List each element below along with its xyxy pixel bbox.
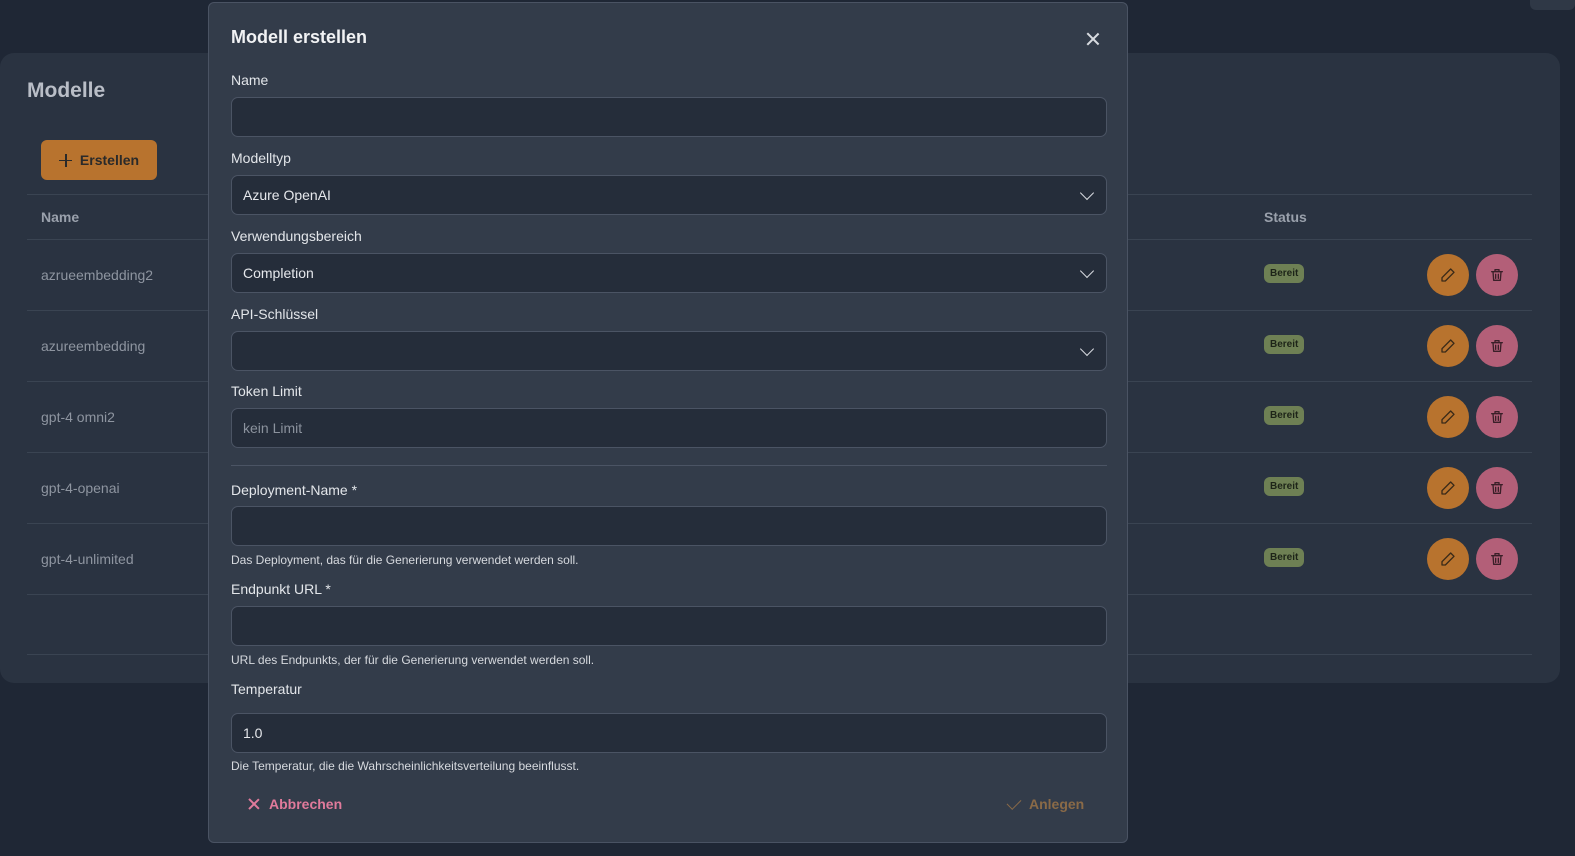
plus-icon <box>58 153 72 167</box>
temperature-hint: Die Temperatur, die die Wahrscheinlichke… <box>231 759 580 773</box>
temperature-input[interactable] <box>231 713 1107 753</box>
endpoint-url-hint: URL des Endpunkts, der für die Generieru… <box>231 653 595 667</box>
cancel-button[interactable]: Abbrechen <box>247 796 342 812</box>
pencil-icon <box>1441 410 1455 424</box>
delete-button[interactable] <box>1476 254 1518 296</box>
edit-button[interactable] <box>1427 254 1469 296</box>
edit-button[interactable] <box>1427 538 1469 580</box>
model-name: azureembedding <box>41 338 146 354</box>
usage-label: Verwendungsbereich <box>231 228 362 244</box>
deployment-name-input[interactable] <box>231 506 1107 546</box>
trash-icon <box>1491 340 1503 352</box>
temperature-label: Temperatur <box>231 681 302 697</box>
pencil-icon <box>1441 268 1455 282</box>
api-key-select[interactable] <box>231 331 1107 371</box>
endpoint-url-label: Endpunkt URL * <box>231 581 331 597</box>
create-model-dialog: Modell erstellen Name Modelltyp Azure Op… <box>208 2 1128 843</box>
chevron-down-icon <box>1079 263 1095 279</box>
token-limit-input[interactable] <box>231 408 1107 448</box>
chevron-down-icon <box>1079 341 1095 357</box>
submit-button[interactable]: Anlegen <box>1006 794 1085 812</box>
api-key-label: API-Schlüssel <box>231 306 319 322</box>
delete-button[interactable] <box>1476 325 1518 367</box>
trash-icon <box>1491 411 1503 423</box>
edit-button[interactable] <box>1427 467 1469 509</box>
pencil-icon <box>1441 552 1455 566</box>
chevron-down-icon <box>1079 185 1095 201</box>
edit-button[interactable] <box>1427 325 1469 367</box>
status-badge: Bereit <box>1264 335 1305 354</box>
delete-button[interactable] <box>1476 396 1518 438</box>
token-limit-label: Token Limit <box>231 383 302 399</box>
create-model-button[interactable]: Erstellen <box>41 140 157 180</box>
endpoint-url-input[interactable] <box>231 606 1107 646</box>
model-name: azrueembedding2 <box>41 267 154 283</box>
create-model-label: Erstellen <box>79 152 140 168</box>
deployment-name-hint: Das Deployment, das für die Generierung … <box>231 553 579 567</box>
pencil-icon <box>1441 339 1455 353</box>
status-badge: Bereit <box>1264 548 1305 567</box>
trash-icon <box>1491 553 1503 565</box>
divider <box>231 465 1107 466</box>
model-type-select[interactable]: Azure OpenAI <box>231 175 1107 215</box>
dialog-title: Modell erstellen <box>231 27 368 47</box>
status-badge: Bereit <box>1264 264 1305 283</box>
name-input[interactable] <box>231 97 1107 137</box>
page-title: Modelle <box>27 79 106 102</box>
x-icon <box>247 797 261 811</box>
column-header-status: Status <box>1264 209 1307 225</box>
deployment-name-label: Deployment-Name * <box>231 482 358 498</box>
submit-label: Anlegen <box>1029 796 1085 812</box>
model-name: gpt-4-unlimited <box>41 551 134 567</box>
trash-icon <box>1491 269 1503 281</box>
model-type-value: Azure OpenAI <box>243 187 331 203</box>
model-name: gpt-4 omni2 <box>41 409 115 425</box>
check-icon <box>1006 794 1022 810</box>
trash-icon <box>1491 482 1503 494</box>
status-badge: Bereit <box>1264 406 1305 425</box>
delete-button[interactable] <box>1476 538 1518 580</box>
usage-value: Completion <box>243 265 314 281</box>
header-button-fragment[interactable] <box>1530 0 1575 10</box>
name-label: Name <box>231 72 269 88</box>
edit-button[interactable] <box>1427 396 1469 438</box>
close-icon[interactable] <box>1083 29 1103 49</box>
model-name: gpt-4-openai <box>41 480 120 496</box>
pencil-icon <box>1441 481 1455 495</box>
delete-button[interactable] <box>1476 467 1518 509</box>
cancel-label: Abbrechen <box>269 796 343 812</box>
status-badge: Bereit <box>1264 477 1305 496</box>
usage-select[interactable]: Completion <box>231 253 1107 293</box>
column-header-name: Name <box>41 209 80 225</box>
model-type-label: Modelltyp <box>231 150 291 166</box>
